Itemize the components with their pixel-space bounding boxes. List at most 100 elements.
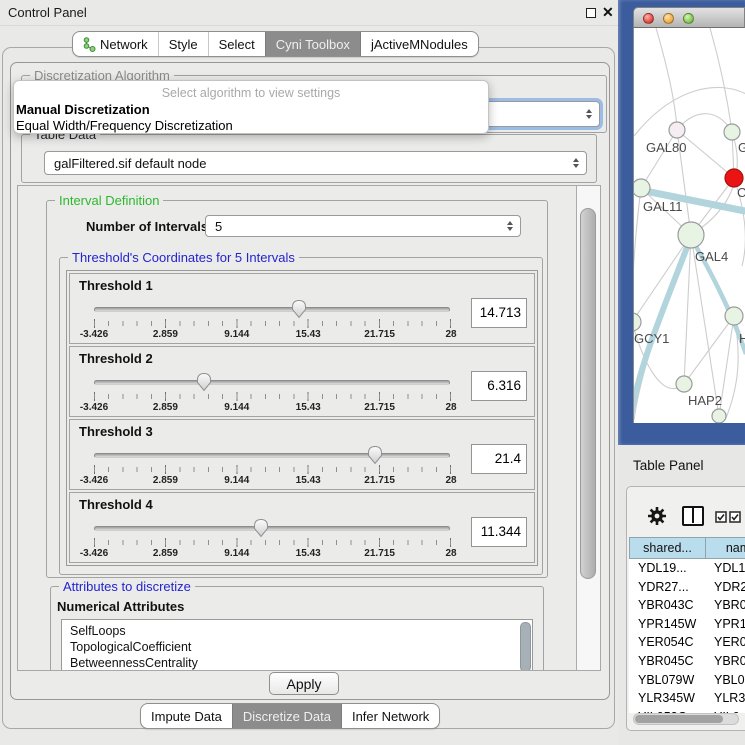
slider-track[interactable] [94, 526, 450, 531]
number-of-intervals-combo[interactable]: 5 [205, 215, 521, 237]
cell-name[interactable]: YDL1 [706, 559, 745, 578]
cell-name[interactable]: YLR3 [706, 689, 745, 708]
slider-thumb[interactable] [367, 445, 383, 465]
tab-label: Infer Network [352, 709, 429, 724]
slider-track[interactable] [94, 307, 450, 312]
cell-shared-name[interactable]: YBR043C [629, 596, 706, 615]
slider-thumb[interactable] [196, 372, 212, 392]
table-row[interactable]: YPR145WYPR1 [629, 615, 745, 634]
cell-name[interactable]: YPR1 [706, 615, 745, 634]
cell-shared-name[interactable]: YDR27... [629, 578, 706, 597]
tab-label: Network [100, 37, 148, 52]
threshold-value-field[interactable]: 14.713 [471, 298, 527, 328]
float-window-icon[interactable] [586, 8, 596, 18]
cell-shared-name[interactable]: YBL079W [629, 671, 706, 690]
cell-name[interactable]: YBR0 [706, 652, 745, 671]
threshold-slider[interactable]: -3.4262.8599.14415.4321.71528 [94, 371, 451, 417]
gear-icon[interactable] [646, 505, 668, 527]
slider-tick-labels: -3.4262.8599.14415.4321.71528 [94, 475, 451, 488]
column-header-shared[interactable]: shared... [629, 537, 706, 559]
node-h-partial[interactable] [725, 307, 743, 325]
threshold-slider[interactable]: -3.4262.8599.14415.4321.71528 [94, 444, 451, 490]
list-item[interactable]: TopologicalCoefficient [62, 639, 532, 655]
slider-thumb[interactable] [291, 299, 307, 319]
slider-track[interactable] [94, 380, 450, 385]
cell-shared-name[interactable]: YBR045C [629, 652, 706, 671]
cell-name[interactable]: YDR2 [706, 578, 745, 597]
scrollbar-thumb[interactable] [580, 208, 596, 579]
tab-style[interactable]: Style [158, 32, 208, 56]
tick-label: 15.43 [296, 402, 321, 413]
node-gcy1[interactable] [634, 313, 641, 331]
split-view-icon[interactable] [682, 506, 704, 526]
node-gal11[interactable] [634, 179, 650, 197]
threshold-slider[interactable]: -3.4262.8599.14415.4321.71528 [94, 298, 451, 344]
tab-infer-network[interactable]: Infer Network [341, 704, 439, 728]
threshold-label: Threshold 4 [79, 497, 153, 512]
horizontal-scrollbar-thumb[interactable] [635, 715, 723, 723]
apply-button[interactable]: Apply [269, 672, 339, 695]
table-row[interactable]: YER054CYER0 [629, 633, 745, 652]
table-row[interactable]: YDR27...YDR2 [629, 578, 745, 597]
combo-arrows-icon [573, 158, 579, 168]
algorithm-hint: Select algorithm to view settings [14, 86, 488, 100]
tab-network[interactable]: Network [73, 32, 158, 56]
cell-shared-name[interactable]: YER054C [629, 633, 706, 652]
cell-name[interactable]: YBR0 [706, 596, 745, 615]
zoom-traffic-light-icon[interactable] [683, 13, 694, 24]
network-canvas[interactable]: GAL80 GA C GAL11 GAL4 GCY1 H HAP2 [633, 28, 745, 423]
table-data-combo[interactable]: galFiltered.sif default node [44, 151, 587, 175]
threshold-value-field[interactable]: 11.344 [471, 517, 527, 547]
table-row[interactable]: YBR043CYBR0 [629, 596, 745, 615]
cell-shared-name[interactable]: YPR145W [629, 615, 706, 634]
threshold-value-field[interactable]: 6.316 [471, 371, 527, 401]
horizontal-scrollbar[interactable] [633, 713, 739, 725]
slider-thumb[interactable] [253, 518, 269, 538]
list-scrollbar[interactable] [520, 622, 531, 671]
vertical-scrollbar[interactable] [576, 186, 600, 670]
threshold-row: Threshold 3 -3.4262.8599.14415.4321.7152… [69, 419, 535, 490]
tab-cyni-toolbox[interactable]: Cyni Toolbox [265, 32, 360, 56]
node-hap2[interactable] [676, 376, 692, 392]
checkbox-icon[interactable] [715, 511, 727, 523]
node-gal80[interactable] [669, 122, 685, 138]
menu-item-equal-width-frequency[interactable]: Equal Width/Frequency Discretization [16, 118, 233, 133]
table-row[interactable]: YDL19...YDL1 [629, 559, 745, 578]
column-header-name[interactable]: name [706, 537, 745, 559]
menu-item-manual-discretization[interactable]: Manual Discretization [16, 102, 150, 117]
node-label: GAL80 [646, 140, 686, 155]
threshold-slider[interactable]: -3.4262.8599.14415.4321.71528 [94, 517, 451, 563]
list-item[interactable]: SelfLoops [62, 623, 532, 639]
numerical-attributes-list[interactable]: SelfLoopsTopologicalCoefficientBetweenne… [61, 619, 533, 671]
tab-jactivemnodules[interactable]: jActiveMNodules [360, 32, 478, 56]
checkbox-icon[interactable] [729, 511, 741, 523]
tick-label: 28 [445, 402, 456, 413]
tab-label: jActiveMNodules [371, 37, 468, 52]
node-unlabeled[interactable] [712, 409, 726, 423]
network-nodes[interactable] [634, 122, 743, 423]
tick-label: 9.144 [224, 548, 249, 559]
close-icon[interactable]: ✕ [602, 4, 614, 20]
threshold-value-field[interactable]: 21.4 [471, 444, 527, 474]
table-row[interactable]: YBR045CYBR0 [629, 652, 745, 671]
cell-name[interactable]: YER0 [706, 633, 745, 652]
table-row[interactable]: YBL079WYBL0 [629, 671, 745, 690]
tab-select[interactable]: Select [208, 32, 265, 56]
tab-impute-data[interactable]: Impute Data [141, 704, 232, 728]
network-window-titlebar[interactable] [633, 7, 745, 28]
tick-label: 2.859 [153, 548, 178, 559]
close-traffic-light-icon[interactable] [643, 13, 654, 24]
node-gal-partial[interactable] [724, 124, 740, 140]
node-label: GAL11 [643, 199, 683, 214]
cell-shared-name[interactable]: YLR345W [629, 689, 706, 708]
tick-label: 28 [445, 548, 456, 559]
tab-discretize-data[interactable]: Discretize Data [232, 704, 341, 728]
cell-shared-name[interactable]: YDL19... [629, 559, 706, 578]
list-item[interactable]: BetweennessCentrality [62, 655, 532, 671]
minimize-traffic-light-icon[interactable] [663, 13, 674, 24]
node-gal4[interactable] [678, 222, 704, 248]
table-row[interactable]: YLR345WYLR3 [629, 689, 745, 708]
table-body[interactable]: YDL19...YDL1YDR27...YDR2YBR043CYBR0YPR14… [629, 559, 745, 713]
slider-track[interactable] [94, 453, 450, 458]
cell-name[interactable]: YBL0 [706, 671, 745, 690]
